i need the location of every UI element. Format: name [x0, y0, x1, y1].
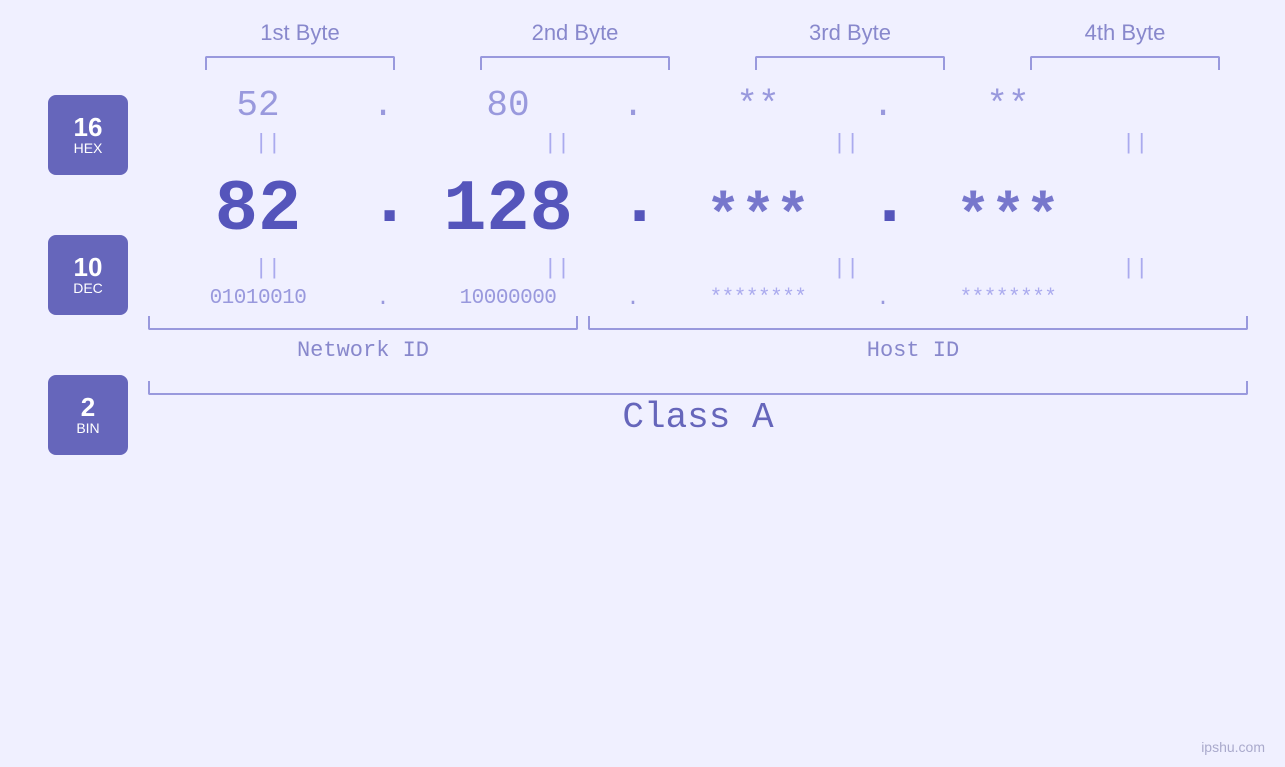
bin-b1: 01010010 — [148, 287, 368, 310]
badges-column: 16 HEX 10 DEC 2 BIN — [0, 85, 128, 455]
eq2-b3: || — [736, 256, 956, 281]
data-grid: 52 . 80 . ** . ** || || || || 82 — [128, 85, 1285, 395]
eq-row-1: || || || || — [148, 126, 1255, 161]
bin-badge-label: BIN — [76, 420, 99, 437]
bin-badge-num: 2 — [81, 394, 95, 420]
id-labels: Network ID Host ID — [148, 338, 1248, 363]
bin-b2: 10000000 — [398, 287, 618, 310]
eq1-b4: || — [1025, 131, 1245, 156]
dec-badge: 10 DEC — [48, 235, 128, 315]
hex-b2: 80 — [398, 85, 618, 126]
dec-b1: 82 — [148, 169, 368, 251]
eq1-b2: || — [447, 131, 667, 156]
top-brackets — [163, 56, 1263, 70]
class-row: Class A — [148, 381, 1248, 395]
byte1-header: 1st Byte — [190, 20, 410, 46]
dot-bin-3: . — [868, 286, 898, 311]
network-id-label: Network ID — [148, 338, 578, 363]
eq2-b2: || — [447, 256, 667, 281]
eq2-b4: || — [1025, 256, 1245, 281]
bin-b4: ******** — [898, 287, 1118, 310]
bin-row: 01010010 . 10000000 . ******** . *******… — [148, 286, 1248, 311]
hex-badge-label: HEX — [74, 140, 103, 157]
dot-dec-1: . — [368, 161, 398, 251]
hex-b4: ** — [898, 85, 1118, 126]
dec-b2: 128 — [398, 169, 618, 251]
bracket-byte3 — [755, 56, 945, 70]
class-bracket — [148, 381, 1248, 395]
hex-b3: ** — [648, 85, 868, 126]
host-bracket — [588, 316, 1248, 330]
main-content: 16 HEX 10 DEC 2 BIN 52 . 80 . ** . ** — [0, 85, 1285, 455]
watermark: ipshu.com — [1201, 739, 1265, 755]
dec-row: 82 . 128 . *** . *** — [148, 161, 1248, 251]
host-id-label: Host ID — [578, 338, 1248, 363]
eq2-b1: || — [158, 256, 378, 281]
byte-headers: 1st Byte 2nd Byte 3rd Byte 4th Byte — [163, 20, 1263, 46]
dec-b3: *** — [648, 186, 868, 251]
dot-hex-3: . — [868, 85, 898, 126]
dot-dec-3: . — [868, 161, 898, 251]
dot-hex-1: . — [368, 85, 398, 126]
eq-row-2: || || || || — [148, 251, 1255, 286]
byte3-header: 3rd Byte — [740, 20, 960, 46]
hex-b1: 52 — [148, 85, 368, 126]
main-container: 1st Byte 2nd Byte 3rd Byte 4th Byte 16 H… — [0, 0, 1285, 767]
dec-badge-label: DEC — [73, 280, 103, 297]
dec-b4: *** — [898, 186, 1118, 251]
class-label: Class A — [148, 397, 1248, 438]
dot-hex-2: . — [618, 85, 648, 126]
bracket-byte1 — [205, 56, 395, 70]
bin-b3: ******** — [648, 287, 868, 310]
network-bracket — [148, 316, 578, 330]
dot-bin-2: . — [618, 286, 648, 311]
bin-badge: 2 BIN — [48, 375, 128, 455]
hex-row: 52 . 80 . ** . ** — [148, 85, 1248, 126]
eq1-b1: || — [158, 131, 378, 156]
bracket-byte2 — [480, 56, 670, 70]
dot-dec-2: . — [618, 161, 648, 251]
eq1-b3: || — [736, 131, 956, 156]
bracket-byte4 — [1030, 56, 1220, 70]
hex-badge-num: 16 — [74, 114, 103, 140]
bottom-brackets — [148, 316, 1248, 330]
dec-badge-num: 10 — [74, 254, 103, 280]
hex-badge: 16 HEX — [48, 95, 128, 175]
byte2-header: 2nd Byte — [465, 20, 685, 46]
dot-bin-1: . — [368, 286, 398, 311]
byte4-header: 4th Byte — [1015, 20, 1235, 46]
